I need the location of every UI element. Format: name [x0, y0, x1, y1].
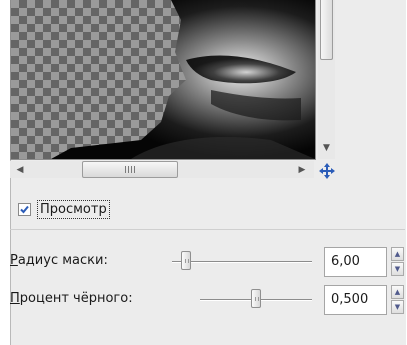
black-percent-row: Процент чёрного: 0,500 ▲ ▼	[10, 285, 405, 315]
scroll-grip-icon	[125, 166, 135, 173]
horizontal-scrollbar[interactable]: ◀ ▶	[10, 161, 314, 178]
black-percent-slider-handle[interactable]	[251, 289, 261, 308]
spin-up-arrow-icon[interactable]: ▲	[391, 247, 404, 261]
mask-radius-slider-track[interactable]	[172, 261, 312, 263]
black-percent-input[interactable]: 0,500	[324, 285, 387, 315]
mask-radius-slider-handle[interactable]	[181, 251, 191, 270]
mask-radius-row: Радиус маски: 6,00 ▲ ▼	[10, 247, 405, 277]
black-percent-spinner[interactable]: ▲ ▼	[391, 285, 405, 315]
spin-down-arrow-icon[interactable]: ▼	[391, 300, 404, 314]
preview-toggle[interactable]: Просмотр	[18, 199, 110, 219]
black-percent-label: Процент чёрного:	[10, 291, 133, 306]
vertical-scrollbar[interactable]: ▼	[318, 0, 335, 159]
mask-radius-spinner[interactable]: ▲ ▼	[391, 247, 405, 277]
preview-checkbox-label[interactable]: Просмотр	[37, 199, 110, 219]
preview-checkbox[interactable]	[18, 202, 31, 216]
mask-radius-label: Радиус маски:	[10, 253, 108, 268]
black-percent-value[interactable]: 0,500	[331, 292, 368, 307]
checkmark-icon	[20, 205, 29, 213]
move-arrows-icon[interactable]	[318, 162, 336, 180]
preview-image	[51, 0, 315, 159]
spin-up-arrow-icon[interactable]: ▲	[391, 285, 404, 299]
scroll-left-arrow-icon[interactable]: ◀	[14, 164, 26, 176]
spin-down-arrow-icon[interactable]: ▼	[391, 262, 404, 276]
vertical-scroll-thumb[interactable]	[320, 0, 333, 60]
mask-radius-input[interactable]: 6,00	[324, 247, 387, 277]
horizontal-scroll-thumb[interactable]	[82, 161, 178, 178]
preview-area[interactable]	[10, 0, 316, 160]
scroll-down-arrow-icon[interactable]: ▼	[322, 144, 331, 153]
mask-radius-value[interactable]: 6,00	[331, 254, 360, 269]
separator	[10, 229, 405, 230]
scroll-right-arrow-icon[interactable]: ▶	[296, 164, 308, 176]
